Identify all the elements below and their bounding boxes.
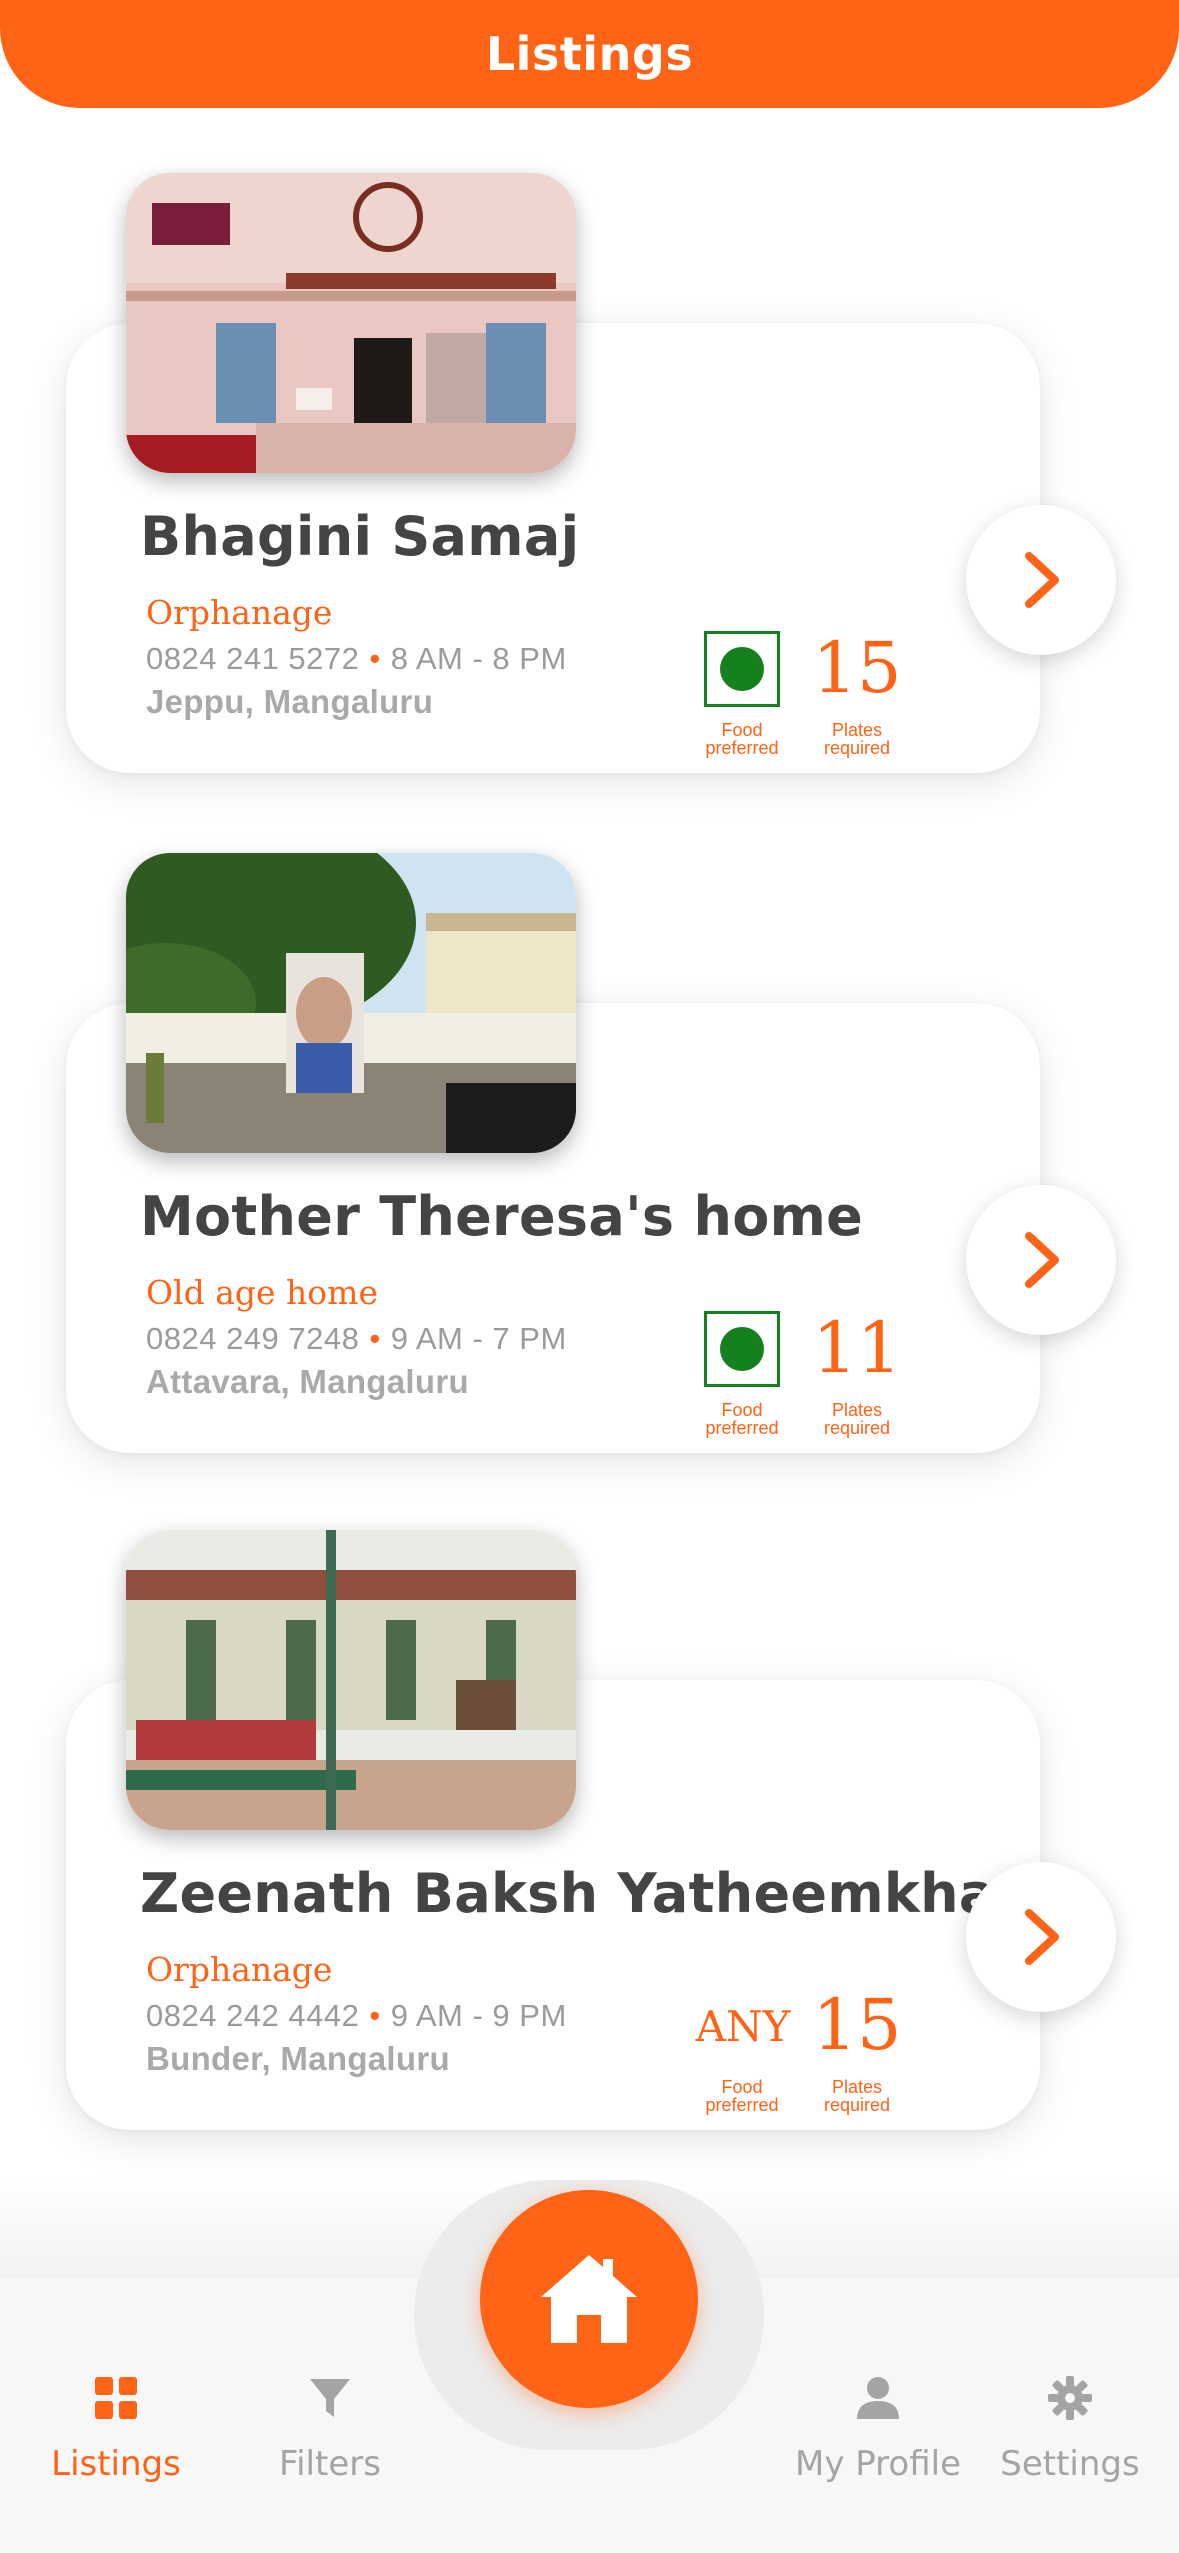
tab-label: Listings [51,2444,181,2484]
listing-contact: 0824 241 5272 • 8 AM - 8 PM [146,641,567,677]
veg-icon [704,631,780,707]
separator-dot: • [369,1321,381,1356]
separator-dot: • [369,1998,381,2033]
phone-number[interactable]: 0824 242 4442 [146,1998,359,2033]
listing-name: Bhagini Samaj [140,505,580,568]
listing-contact: 0824 249 7248 • 9 AM - 7 PM [146,1321,567,1357]
tab-my-profile[interactable]: My Profile [778,2370,978,2484]
listing-photo [126,853,576,1153]
tab-filters[interactable]: Filters [230,2370,430,2484]
listing-category: Orphanage [146,1950,333,1989]
open-listing-button[interactable] [966,1862,1116,2012]
opening-hours: 9 AM - 9 PM [390,1998,567,2033]
home-button[interactable] [480,2190,698,2408]
plates-count: 15 [812,1984,902,2066]
phone-number[interactable]: 0824 249 7248 [146,1321,359,1356]
veg-icon [704,1311,780,1387]
tab-settings[interactable]: Settings [970,2370,1170,2484]
filter-icon [230,2370,430,2426]
person-icon [778,2370,978,2426]
home-icon [541,2255,637,2343]
listing-card[interactable]: Zeenath Baksh Yatheemkhana Orphanage 082… [0,1530,1179,2160]
tab-listings[interactable]: Listings [16,2370,216,2484]
food-label: Food preferred [705,1400,779,1438]
plates-count: 15 [812,627,902,709]
tab-label: My Profile [795,2444,961,2484]
listing-location: Bunder, Mangaluru [146,2040,450,2077]
grid-icon [16,2370,216,2426]
plates-label: Plates required [823,2077,891,2115]
listing-photo [126,1530,576,1830]
listing-name: Zeenath Baksh Yatheemkhana [140,1862,1072,1925]
listing-card[interactable]: Mother Theresa's home Old age home 0824 … [0,853,1179,1483]
page-title: Listings [485,27,694,81]
open-listing-button[interactable] [966,505,1116,655]
chevron-right-icon [1025,1232,1059,1288]
open-listing-button[interactable] [966,1185,1116,1335]
opening-hours: 9 AM - 7 PM [390,1321,567,1356]
listing-photo [126,173,576,473]
chevron-right-icon [1025,1909,1059,1965]
plates-label: Plates required [823,1400,891,1438]
opening-hours: 8 AM - 8 PM [390,641,567,676]
listing-location: Jeppu, Mangaluru [146,683,434,720]
tab-label: Settings [1000,2444,1140,2484]
phone-number[interactable]: 0824 241 5272 [146,641,359,676]
listing-contact: 0824 242 4442 • 9 AM - 9 PM [146,1998,567,2034]
listing-card[interactable]: Bhagini Samaj Orphanage 0824 241 5272 • 8 … [0,173,1179,803]
separator-dot: • [369,641,381,676]
header-bar: Listings [0,0,1179,108]
listing-category: Old age home [146,1273,378,1312]
plates-count: 11 [812,1307,902,1389]
listing-location: Attavara, Mangaluru [146,1363,469,1400]
food-label: Food preferred [705,720,779,758]
listing-name: Mother Theresa's home [140,1185,864,1248]
plates-label: Plates required [823,720,891,758]
chevron-right-icon [1025,552,1059,608]
gear-icon [970,2370,1170,2426]
food-any-text: ANY [695,2002,791,2051]
food-label: Food preferred [705,2077,779,2115]
tab-label: Filters [279,2444,381,2484]
listing-category: Orphanage [146,593,333,632]
